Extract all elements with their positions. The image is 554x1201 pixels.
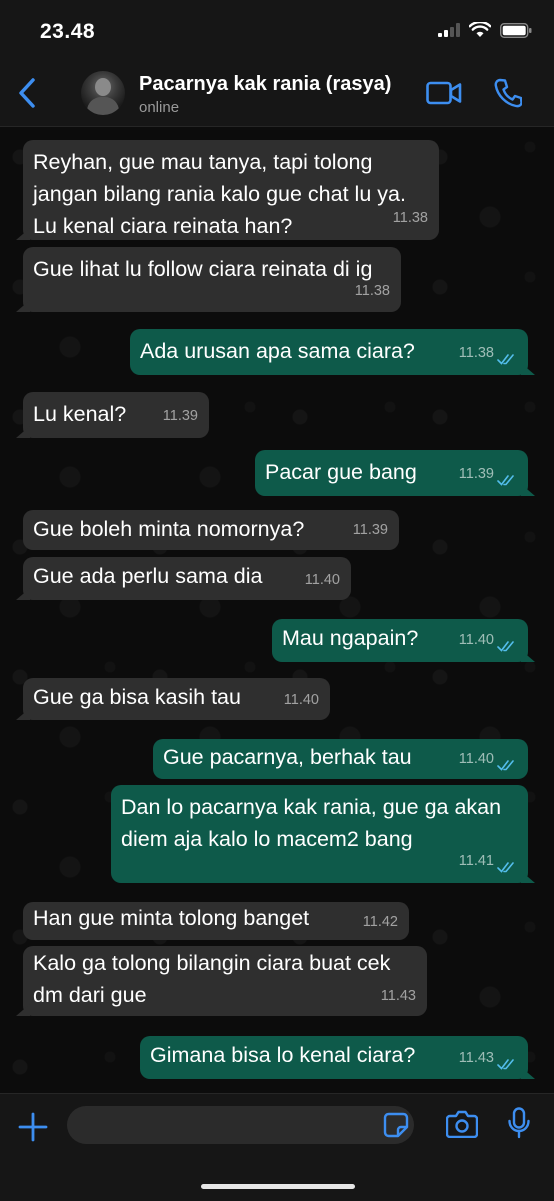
message-time: 11.43	[380, 988, 416, 1004]
camera-icon	[445, 1110, 479, 1139]
message-text: Ada urusan apa sama ciara?	[140, 339, 415, 363]
message-text: Gue ada perlu sama dia	[33, 564, 263, 588]
plus-icon	[18, 1112, 48, 1142]
message-time: 11.40	[283, 692, 319, 708]
wifi-icon	[469, 22, 491, 37]
message-time: 11.38	[392, 210, 428, 226]
bubble-tail	[16, 588, 30, 600]
message-incoming[interactable]: Gue ada perlu sama dia 11.40	[16, 557, 351, 600]
message-text: Pacar gue bang	[265, 460, 417, 484]
phone-icon	[494, 78, 523, 108]
message-outgoing[interactable]: Ada urusan apa sama ciara? 11.38	[130, 329, 535, 375]
bubble-tail	[16, 300, 30, 312]
voice-note-button[interactable]	[508, 1107, 530, 1139]
read-receipt-icon	[497, 760, 514, 771]
video-call-button[interactable]	[426, 80, 462, 106]
sticker-button[interactable]	[383, 1112, 409, 1138]
message-incoming[interactable]: Gue boleh minta nomornya? 11.39	[23, 510, 399, 550]
status-time: 23.48	[40, 20, 96, 43]
chat-header: Pacarnya kak rania (rasya) online	[0, 60, 554, 127]
message-text: Lu kenal?	[33, 402, 127, 426]
read-receipt-icon	[497, 641, 514, 652]
contact-status: online	[139, 99, 180, 116]
message-input[interactable]	[67, 1106, 414, 1144]
avatar-head	[95, 78, 111, 96]
video-camera-icon	[426, 81, 462, 105]
message-time: 11.38	[354, 283, 390, 299]
bubble-tail	[521, 871, 535, 883]
bubble-tail	[16, 426, 30, 438]
read-receipt-icon	[497, 475, 514, 486]
message-text: Gimana bisa lo kenal ciara?	[150, 1043, 416, 1067]
message-text: Dan lo pacarnya kak rania, gue ga akan d…	[121, 795, 502, 851]
cellular-signal-icon	[438, 23, 460, 37]
message-text: Gue boleh minta nomornya?	[33, 517, 305, 541]
sticker-icon	[383, 1112, 409, 1138]
camera-button[interactable]	[445, 1110, 479, 1139]
message-outgoing[interactable]: Gimana bisa lo kenal ciara? 11.43	[140, 1036, 535, 1079]
home-indicator	[201, 1184, 355, 1189]
back-button[interactable]	[12, 76, 42, 110]
chevron-left-icon	[19, 78, 35, 108]
bubble-tail	[521, 363, 535, 375]
message-time: 11.38	[458, 345, 494, 361]
message-incoming[interactable]: Gue ga bisa kasih tau 11.40	[16, 678, 330, 720]
bubble-tail	[521, 1067, 535, 1079]
message-text: Kalo ga tolong bilangin ciara buat cek d…	[33, 951, 391, 1007]
message-incoming[interactable]: Han gue minta tolong banget 11.42	[23, 902, 409, 940]
contact-name[interactable]: Pacarnya kak rania (rasya)	[139, 73, 391, 96]
message-incoming[interactable]: Gue lihat lu follow ciara reinata di ig …	[16, 247, 401, 312]
message-incoming[interactable]: Kalo ga tolong bilangin ciara buat cek d…	[16, 946, 427, 1016]
bubble-tail	[16, 708, 30, 720]
message-text: Han gue minta tolong banget	[33, 906, 310, 930]
message-time: 11.43	[458, 1050, 494, 1066]
message-incoming[interactable]: Reyhan, gue mau tanya, tapi tolong janga…	[16, 140, 439, 240]
message-time: 11.39	[162, 408, 198, 424]
avatar-body	[87, 97, 119, 115]
read-receipt-icon	[497, 862, 514, 873]
message-time: 11.41	[458, 853, 494, 869]
attach-button[interactable]	[18, 1112, 48, 1142]
message-time: 11.42	[362, 914, 398, 930]
message-time: 11.39	[458, 466, 494, 482]
message-text: Reyhan, gue mau tanya, tapi tolong janga…	[33, 150, 406, 238]
message-time: 11.39	[352, 522, 388, 538]
message-outgoing[interactable]: Dan lo pacarnya kak rania, gue ga akan d…	[111, 785, 535, 883]
message-text: Gue ga bisa kasih tau	[33, 685, 241, 709]
bubble-tail	[521, 650, 535, 662]
status-icons	[438, 22, 532, 38]
message-incoming[interactable]: Lu kenal? 11.39	[16, 392, 209, 438]
status-bar: 23.48	[0, 0, 554, 60]
bubble-tail	[16, 228, 30, 240]
message-text: Gue pacarnya, berhak tau	[163, 745, 412, 769]
voice-call-button[interactable]	[494, 78, 523, 108]
battery-icon	[500, 22, 532, 38]
message-time: 11.40	[304, 572, 340, 588]
message-outgoing[interactable]: Pacar gue bang 11.39	[255, 450, 535, 496]
read-receipt-icon	[497, 354, 514, 365]
message-text: Mau ngapain?	[282, 626, 419, 650]
bubble-tail	[521, 484, 535, 496]
read-receipt-icon	[497, 1059, 514, 1070]
message-outgoing[interactable]: Gue pacarnya, berhak tau 11.40	[153, 739, 528, 779]
message-outgoing[interactable]: Mau ngapain? 11.40	[272, 619, 535, 662]
message-text: Gue lihat lu follow ciara reinata di ig	[33, 257, 373, 281]
microphone-icon	[508, 1107, 530, 1139]
chat-messages: Reyhan, gue mau tanya, tapi tolong janga…	[0, 127, 554, 1093]
composer-bar	[0, 1093, 554, 1201]
contact-avatar[interactable]	[81, 71, 125, 115]
bubble-tail	[16, 1004, 30, 1016]
message-time: 11.40	[458, 632, 494, 648]
message-time: 11.40	[458, 751, 494, 767]
